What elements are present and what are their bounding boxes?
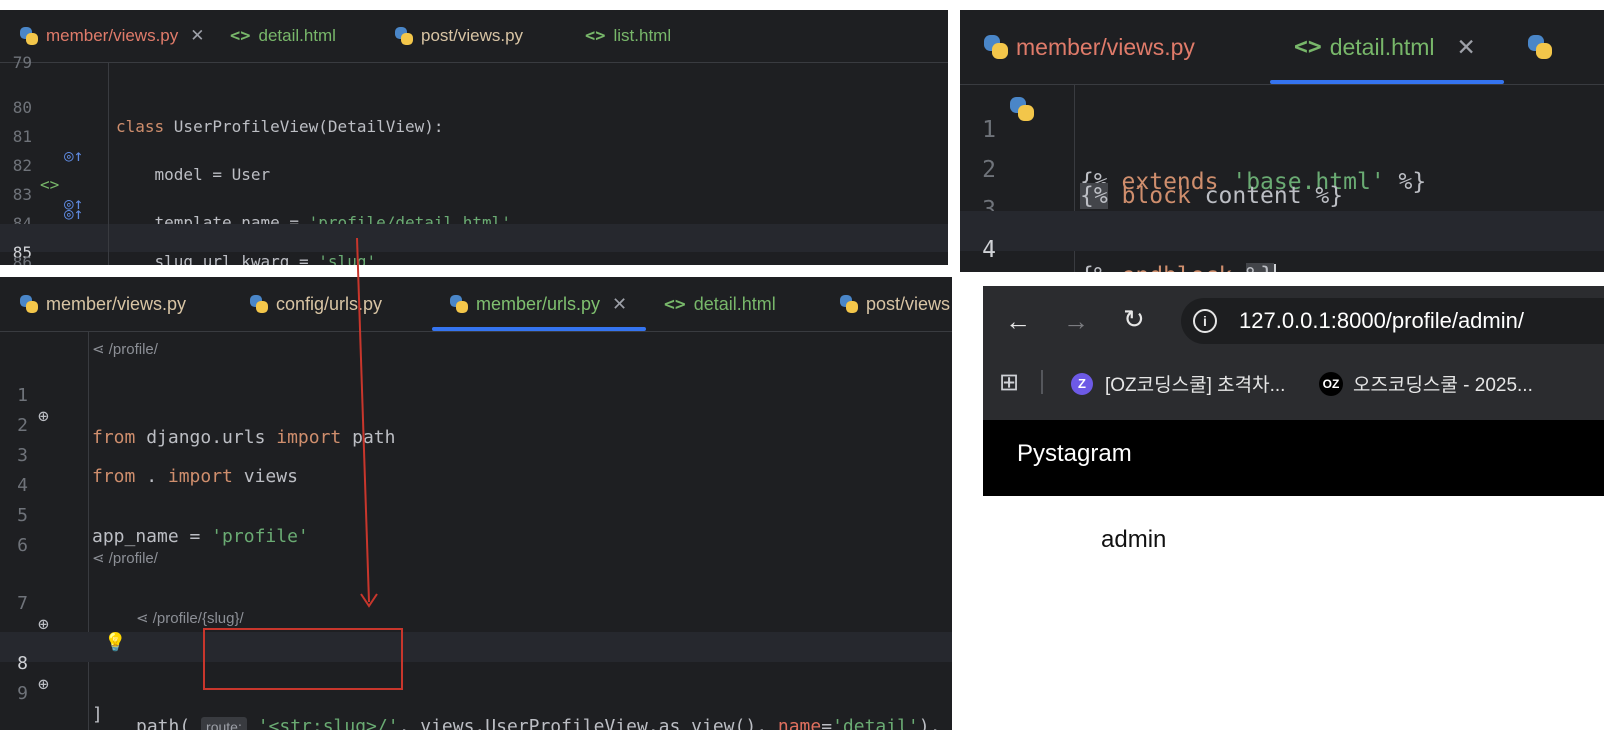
browser-toolbar: ← → ↻ i 127.0.0.1:8000/profile/admin/ ⊞ … [983, 286, 1604, 420]
bookmark-item[interactable]: Z [OZ코딩스쿨] 초격차... [1071, 370, 1285, 397]
forward-icon[interactable]: → [1063, 306, 1089, 337]
page-navbar: Pystagram [983, 420, 1604, 496]
bookmarks-bar: ⊞ Z [OZ코딩스쿨] 초격차... OZ 오즈코딩스쿨 - 2025... [983, 358, 1604, 408]
nickname-text: admin [1101, 526, 1167, 553]
apps-grid-icon[interactable]: ⊞ [999, 368, 1019, 397]
navbar-brand[interactable]: Pystagram [1017, 440, 1132, 468]
address-bar[interactable]: i 127.0.0.1:8000/profile/admin/ [1181, 298, 1604, 344]
url-text[interactable]: 127.0.0.1:8000/profile/admin/ [1239, 308, 1524, 334]
bookmark-label: 오즈코딩스쿨 - 2025... [1353, 375, 1533, 396]
oz-icon: OZ [1319, 371, 1343, 396]
bookmark-label: [OZ코딩스쿨] 초격차... [1105, 375, 1286, 396]
zep-icon: Z [1071, 372, 1093, 395]
page-content: admin [983, 496, 1604, 584]
reload-icon[interactable]: ↻ [1123, 304, 1145, 335]
browser-window: ← → ↻ i 127.0.0.1:8000/profile/admin/ ⊞ … [983, 286, 1604, 596]
back-icon[interactable]: ← [1005, 306, 1031, 337]
site-info-icon[interactable]: i [1193, 309, 1217, 333]
bookmark-item[interactable]: OZ 오즈코딩스쿨 - 2025... [1319, 370, 1533, 397]
